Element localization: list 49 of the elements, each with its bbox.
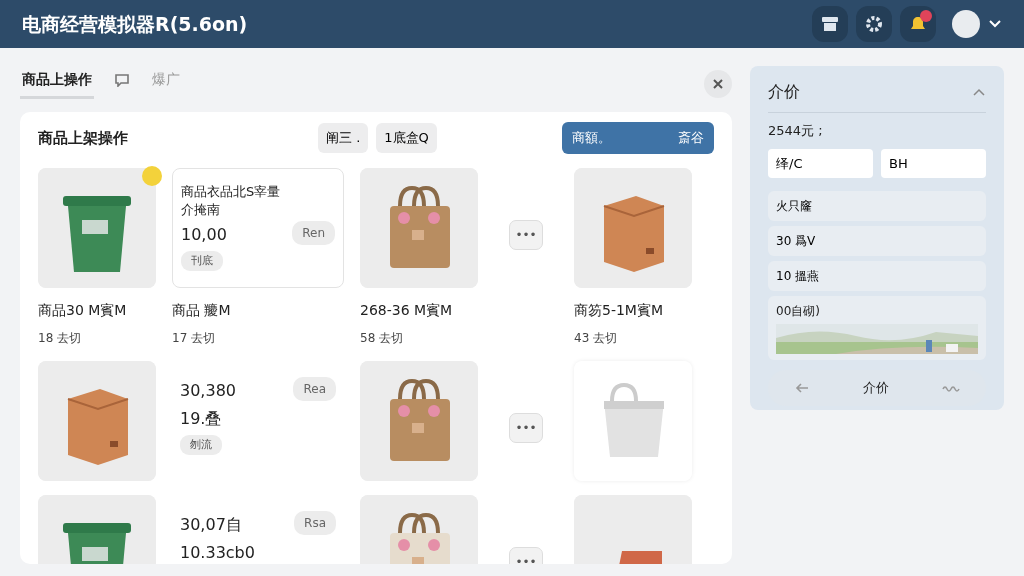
store-icon [821,16,839,32]
product-name: 商笏5-1M賓M [574,300,665,320]
input-field[interactable]: 绎/C [768,148,873,178]
summary-text: 2544元 ; [768,122,824,140]
list-item[interactable]: 火只窿 [768,191,986,221]
description-text: 介掩南 [181,200,221,219]
price-text: 30,07自 [180,513,242,536]
sales-text: 18 去切 [38,329,83,347]
chevron-icon[interactable] [972,87,986,97]
more-button[interactable]: ••• [509,412,543,443]
action-button[interactable]: Ren [292,220,335,245]
filter-button[interactable]: 1底盒Q [376,123,437,153]
description-text: 商品衣品北S宰量 [181,182,282,201]
store-button[interactable] [812,6,848,42]
price-text: 30,380 [180,379,236,402]
tab[interactable]: 商品上操作 [20,69,94,99]
more-button[interactable]: ••• [509,546,543,564]
product-name: 商品30 M賓M [38,300,128,320]
list-item[interactable]: 10 搵燕 [768,261,986,291]
product-name: 268-36 M賓M [360,300,454,320]
sales-text: 17 去切 [172,329,217,347]
quantity-text: 10.33сb0 [180,541,256,564]
tag-button[interactable]: 刎流 [180,434,222,455]
settings-icon [865,15,883,33]
quantity-text: 19.叠 [180,407,223,430]
sales-text: 43 去切 [574,329,619,347]
sidebar-title: 介价 [768,81,800,103]
panel-title: 商品上架操作 [38,127,128,149]
settings-button[interactable] [856,6,892,42]
price-text: 10,00 [181,223,227,246]
action-button[interactable]: Rsa [294,510,336,535]
footer-label[interactable]: 介价 [863,378,889,398]
sales-text: 58 去切 [360,329,405,347]
product-name: 商品 羻M [172,300,232,320]
app-title: 电商经营模拟器R(5.6on) [22,12,248,36]
chat-icon [114,73,130,87]
close-icon [712,78,724,90]
caret-icon[interactable] [988,19,1002,29]
tag-button[interactable]: 刊底 [181,250,223,272]
close-button[interactable] [704,70,732,98]
more-button[interactable]: ••• [509,219,543,250]
filter-button[interactable]: 阐三 . [318,123,369,153]
avatar[interactable] [952,10,980,38]
card-title: 00自砌) [776,303,821,320]
primary-button[interactable]: 商額。 斎谷 [562,122,714,154]
list-item[interactable]: 30 爲V [768,226,986,256]
notification-button[interactable] [900,6,936,42]
action-button[interactable]: Rea [293,376,336,401]
input-field[interactable]: BH [881,148,986,178]
